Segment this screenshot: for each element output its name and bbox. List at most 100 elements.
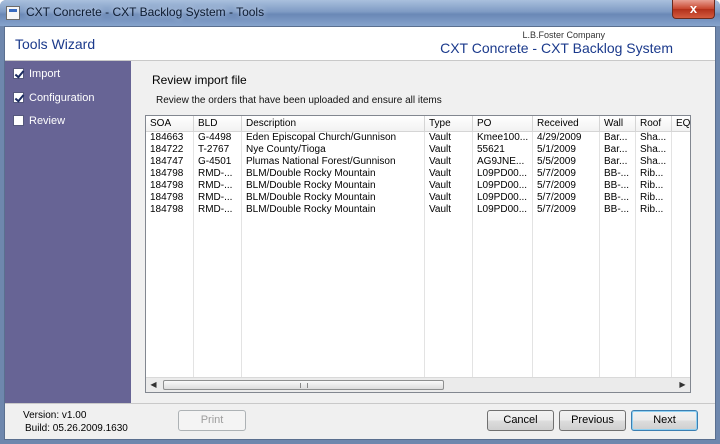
grid-header: SOA BLD Description Type PO Received Wal… <box>146 116 690 132</box>
table-row[interactable]: 184722 T-2767 Nye County/Tioga Vault 55621 5/… <box>146 144 690 156</box>
step-review[interactable]: Review <box>13 115 65 129</box>
app-icon <box>6 6 20 20</box>
window-title: CXT Concrete - CXT Backlog System - Tool… <box>26 5 265 19</box>
cancel-button[interactable]: Cancel <box>487 410 554 431</box>
table-cell: 5/7/2009 <box>537 204 576 215</box>
table-cell <box>672 144 690 156</box>
table-cell: BLM/Double Rocky Mountain <box>246 168 376 179</box>
table-cell: Rib... <box>640 180 664 191</box>
table-cell: BB-... <box>604 192 630 203</box>
column-header-po[interactable]: PO <box>473 116 533 132</box>
close-button[interactable]: x <box>672 0 715 19</box>
horizontal-scrollbar[interactable]: ◀ ▶ <box>146 377 690 392</box>
version-text: Version: v1.00 <box>23 410 87 421</box>
table-row[interactable]: 184663 G-4498 Eden Episcopal Church/Gunnis… <box>146 132 690 144</box>
system-title: CXT Concrete - CXT Backlog System <box>440 40 673 56</box>
table-cell: BLM/Double Rocky Mountain <box>246 192 376 203</box>
table-cell: 184798 <box>150 204 184 215</box>
table-cell: G-4501 <box>198 156 232 167</box>
step-label: Configuration <box>29 92 95 104</box>
step-import[interactable]: Import <box>13 68 60 82</box>
table-cell: Vault <box>429 180 452 191</box>
column-header-received[interactable]: Received <box>533 116 600 132</box>
table-row[interactable]: 184798 RMD-... BLM/Double Rocky Mountain Va… <box>146 180 690 192</box>
step-label: Review <box>29 115 66 127</box>
column-header-soa[interactable]: SOA <box>146 116 194 132</box>
table-cell: Vault <box>429 156 452 167</box>
table-cell: RMD-... <box>198 192 233 203</box>
table-cell: Sha... <box>640 156 667 167</box>
checkbox-checked-icon[interactable] <box>13 68 24 79</box>
app-window: CXT Concrete - CXT Backlog System - Tool… <box>0 0 720 444</box>
table-cell: RMD-... <box>198 204 233 215</box>
table-cell: Bar... <box>604 144 628 155</box>
table-cell: BB-... <box>604 168 630 179</box>
wizard-header: Tools Wizard L.B.Foster Company CXT Conc… <box>5 27 715 61</box>
main-panel: Review import file Review the orders tha… <box>131 61 715 403</box>
table-cell: 5/7/2009 <box>537 180 576 191</box>
table-cell: AG9JNE... <box>477 156 525 167</box>
table-row[interactable]: 184798 RMD-... BLM/Double Rocky Mountain Va… <box>146 204 690 216</box>
table-cell: RMD-... <box>198 168 233 179</box>
table-cell: Bar... <box>604 132 628 143</box>
column-header-wall[interactable]: Wall <box>600 116 636 132</box>
table-row[interactable]: 184798 RMD-... BLM/Double Rocky Mountain Va… <box>146 168 690 180</box>
table-cell: Sha... <box>640 132 667 143</box>
table-cell: T-2767 <box>198 144 230 155</box>
print-button[interactable]: Print <box>178 410 246 431</box>
table-cell: Vault <box>429 168 452 179</box>
table-cell: L09PD00... <box>477 180 528 191</box>
table-cell <box>672 204 690 216</box>
table-cell: Sha... <box>640 144 667 155</box>
table-row[interactable]: 184747 G-4501 Plumas National Forest/Gunni… <box>146 156 690 168</box>
table-cell: G-4498 <box>198 132 232 143</box>
table-cell: Plumas National Forest/Gunnison <box>246 156 396 167</box>
table-cell: Bar... <box>604 156 628 167</box>
table-cell: 184798 <box>150 168 184 179</box>
column-header-type[interactable]: Type <box>425 116 473 132</box>
table-cell: 4/29/2009 <box>537 132 582 143</box>
step-configuration[interactable]: Configuration <box>13 92 94 106</box>
table-cell: Kmee100... <box>477 132 529 143</box>
table-cell: 5/7/2009 <box>537 192 576 203</box>
build-text: Build: 05.26.2009.1630 <box>25 423 128 434</box>
table-cell: 55621 <box>477 144 505 155</box>
checkbox-unchecked-icon[interactable] <box>13 115 24 126</box>
table-cell: BLM/Double Rocky Mountain <box>246 204 376 215</box>
title-bar[interactable]: CXT Concrete - CXT Backlog System - Tool… <box>0 0 720 26</box>
column-header-bld[interactable]: BLD <box>194 116 242 132</box>
table-cell: 5/1/2009 <box>537 144 576 155</box>
section-title: Review import file <box>152 73 247 87</box>
wizard-title: Tools Wizard <box>15 36 96 52</box>
column-header-eq[interactable]: EQ <box>672 116 690 132</box>
grid-body: 184663 G-4498 Eden Episcopal Church/Gunnis… <box>146 132 690 378</box>
table-row[interactable]: 184798 RMD-... BLM/Double Rocky Mountain Va… <box>146 192 690 204</box>
scroll-thumb[interactable] <box>163 380 444 390</box>
previous-button[interactable]: Previous <box>559 410 626 431</box>
table-cell: L09PD00... <box>477 192 528 203</box>
table-cell <box>672 132 690 144</box>
table-cell: Rib... <box>640 168 664 179</box>
scroll-left-icon[interactable]: ◀ <box>146 378 161 392</box>
next-button[interactable]: Next <box>631 410 698 431</box>
column-header-description[interactable]: Description <box>242 116 425 132</box>
table-cell: 184722 <box>150 144 184 155</box>
table-cell: BLM/Double Rocky Mountain <box>246 180 376 191</box>
table-cell: 5/5/2009 <box>537 156 576 167</box>
table-cell <box>672 180 690 192</box>
wizard-footer: Version: v1.00 Build: 05.26.2009.1630 Pr… <box>5 403 715 439</box>
table-cell <box>672 192 690 204</box>
column-header-roof[interactable]: Roof <box>636 116 672 132</box>
table-cell: Vault <box>429 204 452 215</box>
table-cell: 184798 <box>150 180 184 191</box>
orders-grid[interactable]: SOA BLD Description Type PO Received Wal… <box>145 115 691 393</box>
table-cell: 5/7/2009 <box>537 168 576 179</box>
wizard-steps-sidebar: Import Configuration Review <box>5 61 131 403</box>
checkbox-checked-icon[interactable] <box>13 92 24 103</box>
table-cell: Eden Episcopal Church/Gunnison <box>246 132 397 143</box>
scroll-right-icon[interactable]: ▶ <box>675 378 690 392</box>
table-cell: 184663 <box>150 132 184 143</box>
table-cell: L09PD00... <box>477 204 528 215</box>
table-cell: BB-... <box>604 204 630 215</box>
table-cell: Vault <box>429 132 452 143</box>
